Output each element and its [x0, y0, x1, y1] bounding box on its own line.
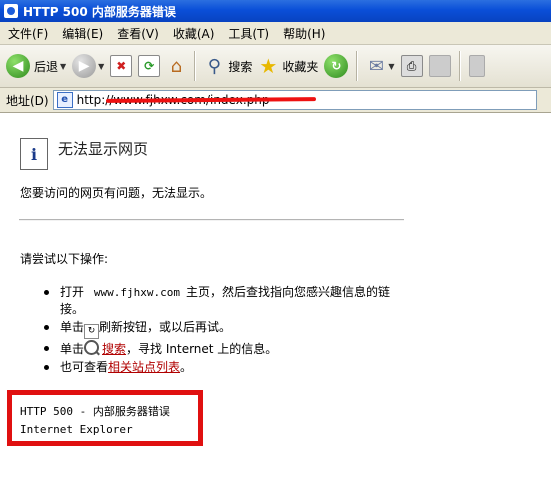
- open-prefix: 打开: [60, 285, 85, 299]
- window-title: HTTP 500 内部服务器错误: [23, 4, 176, 19]
- menu-tools[interactable]: 工具(T): [222, 25, 275, 42]
- chevron-down-icon: ▼: [98, 61, 105, 71]
- stop-icon: ✖: [110, 55, 133, 77]
- menu-edit[interactable]: 编辑(E): [56, 25, 109, 42]
- related-suffix: 。: [180, 360, 193, 374]
- history-icon: ↻: [324, 54, 349, 78]
- favorites-button[interactable]: ★ 收藏夹: [258, 54, 319, 78]
- error-title: 无法显示网页: [58, 140, 149, 158]
- menu-favorites[interactable]: 收藏(A): [167, 25, 221, 42]
- search-icon: ⚲: [207, 55, 221, 77]
- refresh-text: 刷新按钮，或以后再试。: [99, 320, 232, 334]
- title-bar: HTTP 500 内部服务器错误: [0, 0, 551, 22]
- menu-bar: 文件(F) 编辑(E) 查看(V) 收藏(A) 工具(T) 帮助(H): [0, 22, 551, 45]
- favorites-label: 收藏夹: [282, 59, 319, 74]
- search-icon: [84, 340, 100, 355]
- toolbar-separator: [458, 51, 460, 81]
- star-icon: ★: [259, 54, 278, 78]
- refresh-icon: ⟳: [138, 55, 161, 77]
- menu-view[interactable]: 查看(V): [111, 25, 165, 42]
- search-suffix: ，寻找 Internet 上的信息。: [126, 342, 278, 356]
- menu-help[interactable]: 帮助(H): [277, 25, 331, 42]
- back-label: 后退: [34, 59, 59, 74]
- info-icon: i: [20, 138, 48, 170]
- address-label: 地址(D): [6, 93, 49, 108]
- refresh-button[interactable]: ⟳: [138, 55, 161, 77]
- search-button[interactable]: ⚲ 搜索: [204, 55, 253, 77]
- history-button[interactable]: ↻: [324, 54, 349, 78]
- home-button[interactable]: ⌂: [166, 55, 186, 77]
- forward-arrow-icon: ▶: [72, 54, 97, 78]
- back-arrow-icon: ◀: [6, 54, 30, 78]
- divider: [19, 219, 404, 221]
- list-item: 单击 ↻ 刷新按钮，或以后再试。: [40, 319, 400, 339]
- address-input[interactable]: e http://www.fjhxw.com/index.php: [52, 90, 537, 110]
- toolbar: ◀ 后退 ▼ ▶ ▼ ✖ ⟳ ⌂ ⚲ 搜索 ★ 收藏夹 ↻ ✉ ▼ ⎙: [0, 45, 551, 88]
- related-sites-link[interactable]: 相关站点列表: [108, 360, 180, 374]
- error-status: HTTP 500 - 内部服务器错误 Internet Explorer: [20, 403, 170, 439]
- list-item: 打开 www.fjhxw.com 主页，然后查找指向您感兴趣信息的链接。: [40, 284, 400, 318]
- status-code: HTTP 500 - 内部服务器错误: [20, 405, 170, 418]
- mail-icon: ✉: [368, 55, 384, 77]
- list-item: 单击 搜索，寻找 Internet 上的信息。: [40, 340, 400, 358]
- refresh-icon: ↻: [84, 324, 100, 339]
- address-bar: 地址(D) e http://www.fjhxw.com/index.php: [0, 88, 551, 113]
- list-item: 也可查看相关站点列表。: [40, 359, 400, 376]
- toolbar-separator: [194, 51, 196, 81]
- printer-icon: ⎙: [400, 55, 423, 77]
- browser-name: Internet Explorer: [20, 423, 133, 436]
- click-prefix: 单击: [60, 320, 85, 334]
- error-description: 您要访问的网页有问题，无法显示。: [20, 186, 213, 200]
- page-icon: e: [56, 92, 73, 108]
- edit-icon: [428, 55, 451, 77]
- ie-icon: [4, 4, 18, 18]
- search-link[interactable]: 搜索: [102, 342, 126, 356]
- home-icon: ⌂: [170, 55, 183, 77]
- search-label: 搜索: [228, 59, 253, 74]
- mail-button[interactable]: ✉ ▼: [366, 55, 395, 77]
- menu-file[interactable]: 文件(F): [2, 25, 54, 42]
- forward-button[interactable]: ▶ ▼: [72, 54, 104, 78]
- site-address: www.fjhxw.com: [93, 286, 180, 299]
- suggestion-list: 打开 www.fjhxw.com 主页，然后查找指向您感兴趣信息的链接。 单击 ↻ 刷…: [40, 284, 400, 377]
- edit-button[interactable]: [428, 55, 451, 77]
- print-button[interactable]: ⎙: [400, 55, 423, 77]
- chevron-down-icon: ▼: [388, 61, 395, 71]
- discuss-button[interactable]: [468, 55, 485, 77]
- related-prefix: 也可查看: [60, 360, 109, 374]
- search-prefix: 单击: [60, 342, 85, 356]
- toolbar-separator: [356, 51, 358, 81]
- try-label: 请尝试以下操作:: [20, 252, 109, 266]
- page-content: i 无法显示网页 您要访问的网页有问题，无法显示。 请尝试以下操作: 打开 ww…: [0, 113, 551, 488]
- back-button[interactable]: ◀ 后退 ▼: [6, 54, 66, 78]
- discuss-icon: [468, 55, 485, 77]
- stop-button[interactable]: ✖: [110, 55, 133, 77]
- chevron-down-icon: ▼: [60, 61, 67, 71]
